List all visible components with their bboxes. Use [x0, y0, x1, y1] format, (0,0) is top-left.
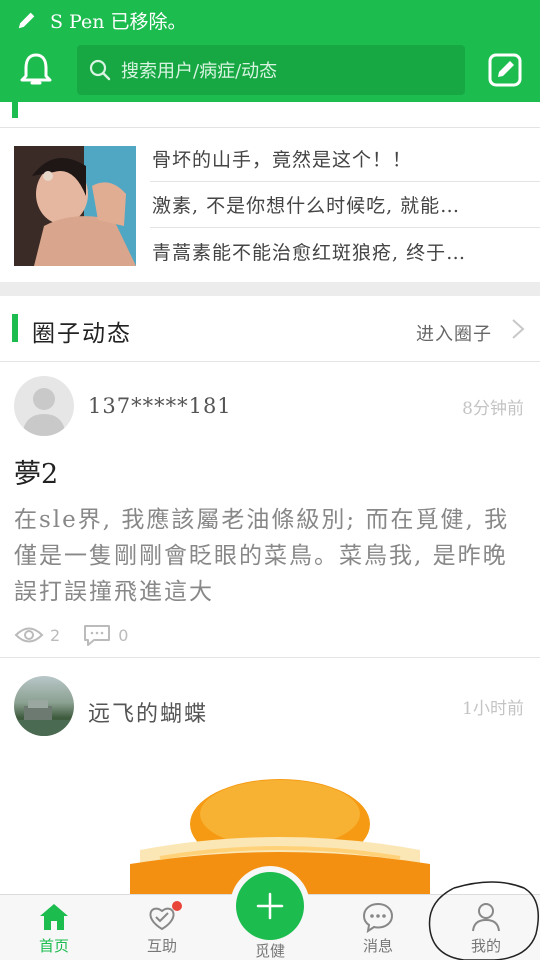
post-username[interactable]: 137*****181 [88, 394, 232, 418]
health-news-header [0, 102, 540, 128]
search-input[interactable]: 搜索用户/病症/动态 [77, 45, 465, 95]
avatar[interactable] [14, 676, 74, 736]
tab-label: 消息 [362, 937, 393, 955]
person-icon [472, 903, 500, 932]
circle-section-header: 圈子动态 进入圈子 [0, 296, 540, 362]
home-icon [40, 904, 68, 930]
post-time: 8分钟前 [462, 399, 524, 419]
tab-home[interactable]: 首页 [14, 895, 94, 960]
post-title: 夢2 [14, 459, 59, 490]
search-placeholder: 搜索用户/病症/动态 [121, 61, 278, 82]
news-photo [14, 146, 136, 266]
post-username[interactable]: 远飞的蝴蝶 [88, 696, 208, 728]
eye-icon [14, 627, 44, 643]
news-item[interactable]: 青蒿素能不能治愈红斑狼疮, 终于… [150, 228, 540, 274]
post-card[interactable]: 远飞的蝴蝶 1小时前 [0, 658, 540, 898]
search-icon [89, 59, 111, 81]
post-card[interactable]: 137*****181 8分钟前 夢2 在sle界, 我應該屬老油條級別; 而在… [0, 362, 540, 658]
compose-icon[interactable] [488, 53, 522, 87]
message-icon [362, 902, 394, 933]
news-list: 骨坏的山手，竟然是这个！！ 激素, 不是你想什么时候吃, 就能… 青蒿素能不能治… [150, 136, 540, 274]
section-divider [0, 282, 540, 296]
chevron-right-icon[interactable] [510, 318, 526, 340]
news-item[interactable]: 骨坏的山手，竟然是这个！！ [150, 136, 540, 182]
tab-label: 我的 [470, 937, 501, 955]
avatar[interactable] [14, 376, 74, 436]
view-count: 2 [50, 625, 61, 645]
bell-icon[interactable] [18, 51, 54, 89]
section-accent-bar [12, 314, 18, 342]
tab-label: 觅健 [254, 942, 285, 960]
add-post-button[interactable] [236, 872, 304, 940]
tab-label: 首页 [38, 937, 69, 955]
comment-count: 0 [118, 625, 129, 645]
pen-icon [18, 12, 35, 29]
post-stats: 2 0 [14, 624, 150, 646]
app-header: 搜索用户/病症/动态 [0, 40, 540, 102]
news-thumbnail[interactable] [14, 146, 136, 266]
tab-mutual-help[interactable]: 互助 [122, 895, 202, 960]
plus-icon [256, 892, 284, 920]
status-bar: S Pen 已移除。 [0, 0, 540, 40]
status-text: S Pen 已移除。 [50, 10, 187, 33]
post-body: 在sle界, 我應該屬老油條級別; 而在覓健, 我僅是一隻剛剛會眨眼的菜鳥。菜鳥… [14, 507, 510, 605]
enter-circle-link[interactable]: 进入圈子 [416, 320, 492, 346]
circle-section-title: 圈子动态 [32, 321, 132, 347]
tab-messages[interactable]: 消息 [338, 895, 418, 960]
post-time: 1小时前 [462, 699, 524, 719]
avatar-photo [14, 700, 74, 736]
center-tab-wrap [230, 866, 310, 946]
tab-profile[interactable]: 我的 [446, 895, 526, 960]
default-avatar-icon [22, 388, 66, 436]
news-item[interactable]: 激素, 不是你想什么时候吃, 就能… [150, 182, 540, 228]
comment-icon[interactable] [82, 624, 112, 646]
section-accent-bar [12, 102, 18, 118]
notification-dot [172, 901, 182, 911]
tab-label: 互助 [146, 937, 177, 955]
